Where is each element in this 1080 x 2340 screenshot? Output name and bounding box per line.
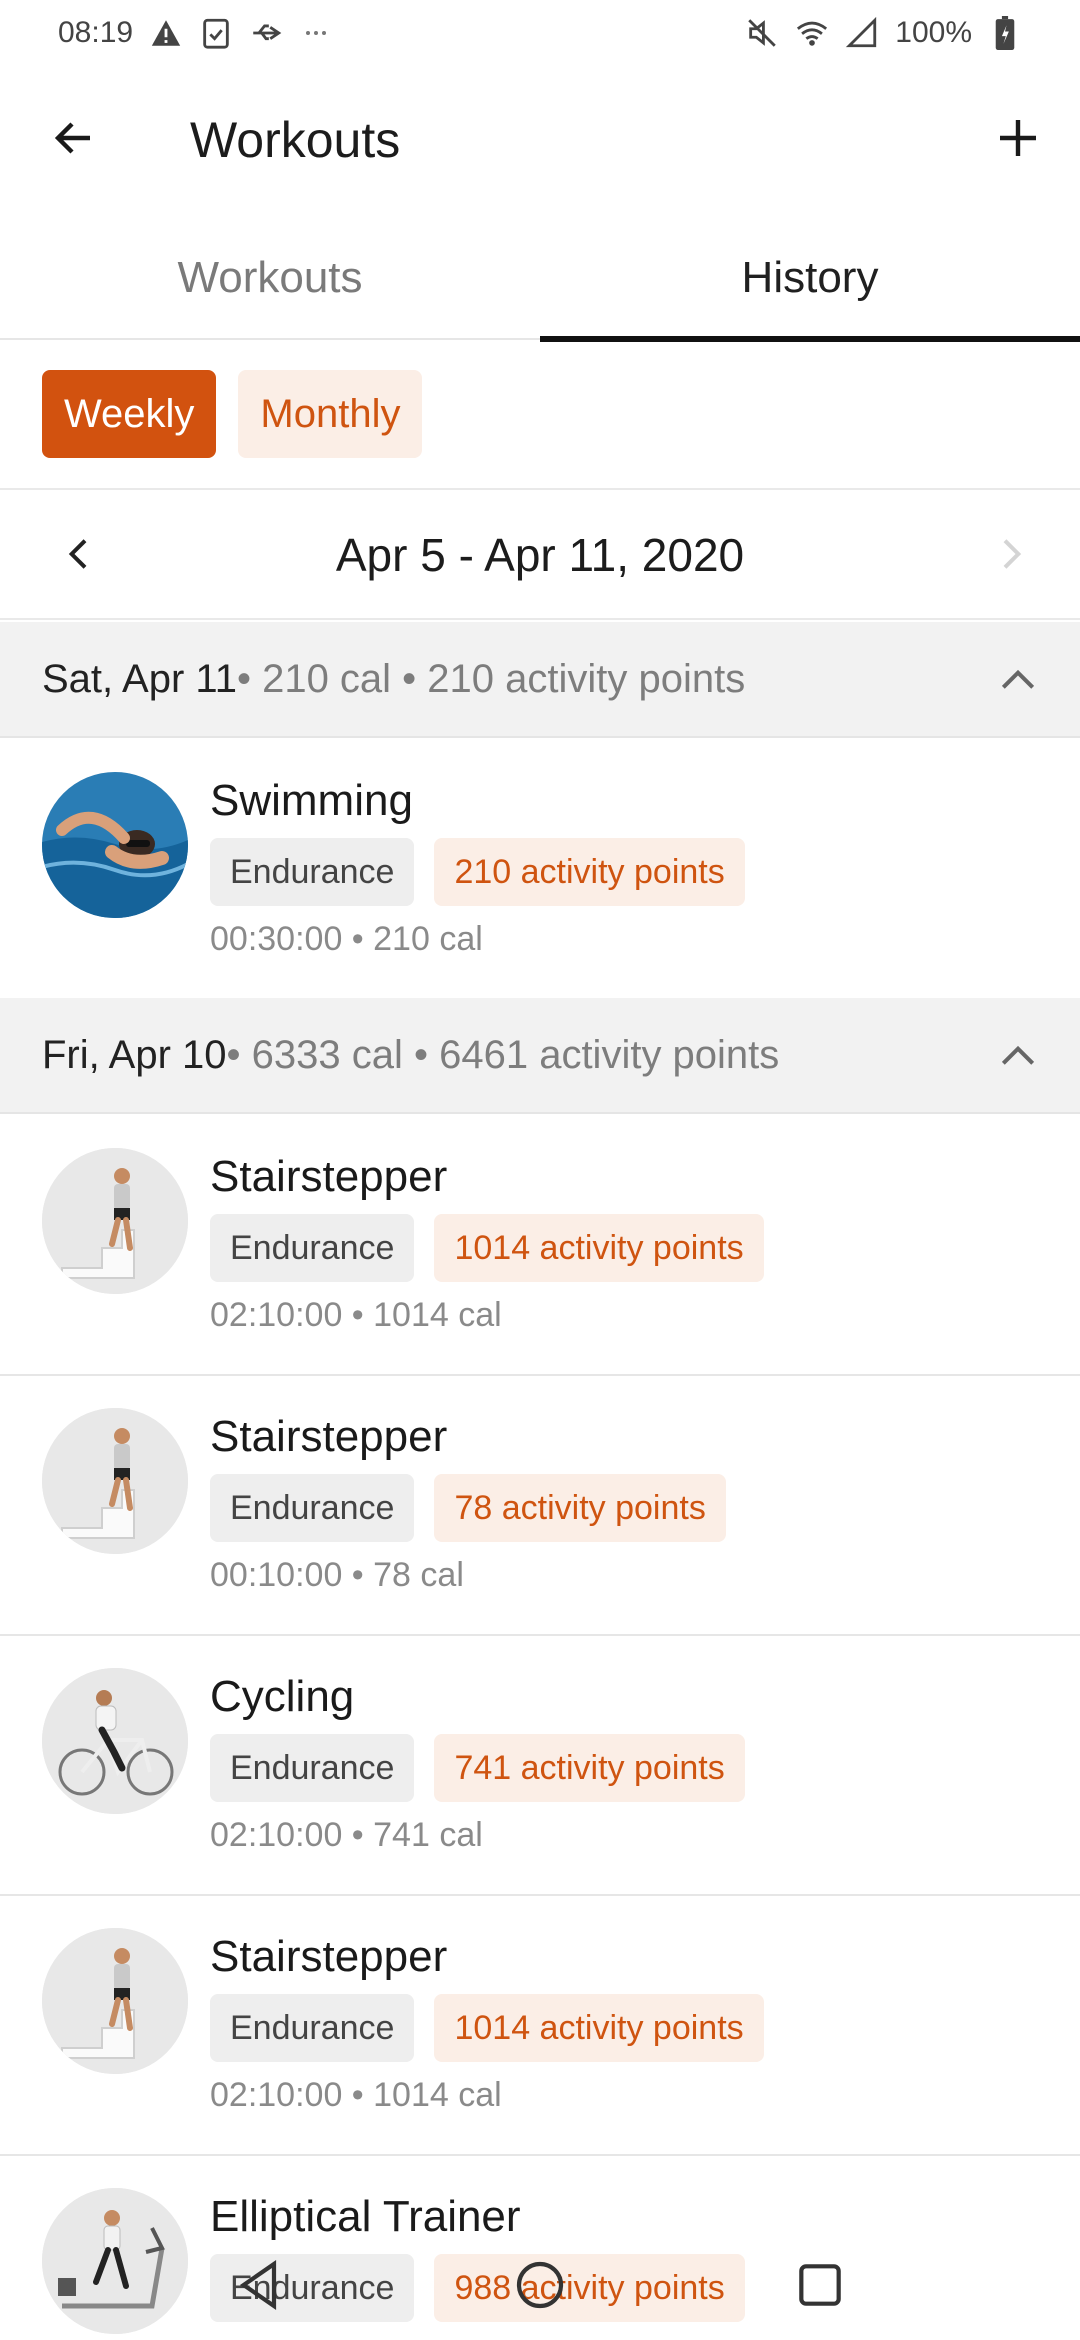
stairstepper-image — [42, 1928, 188, 2074]
day-date: Fri, Apr 10 — [42, 1032, 227, 1077]
category-tag: Endurance — [210, 1214, 415, 1282]
previous-week-button[interactable] — [48, 522, 112, 586]
stairstepper-image — [42, 1408, 188, 1554]
workout-meta: 02:10:00 • 1014 cal — [210, 2076, 502, 2114]
workout-tags: Endurance 741 activity points — [210, 1734, 745, 1802]
weekly-chip[interactable]: Weekly — [42, 370, 217, 458]
day-header[interactable]: Sat, Apr 11 • 210 cal • 210 activity poi… — [0, 622, 1080, 738]
date-navigator: Apr 5 - Apr 11, 2020 — [0, 492, 1080, 620]
status-right: 100% — [745, 16, 1022, 50]
category-tag: Endurance — [210, 1474, 415, 1542]
app-bar: Workouts — [0, 66, 1080, 216]
tab-workouts[interactable]: Workouts — [0, 216, 540, 340]
day-summary: • 6333 cal • 6461 activity points — [226, 1032, 780, 1077]
status-left: 08:19 — [58, 16, 333, 50]
day-header[interactable]: Fri, Apr 10 • 6333 cal • 6461 activity p… — [0, 998, 1080, 1114]
workout-item[interactable]: Stairstepper Endurance 1014 activity poi… — [0, 1116, 1080, 1376]
workout-tags: Endurance 78 activity points — [210, 1474, 726, 1542]
workout-name: Stairstepper — [210, 1412, 448, 1461]
workout-item[interactable]: Cycling Endurance 741 activity points 02… — [0, 1636, 1080, 1896]
add-workout-button[interactable] — [986, 106, 1050, 170]
category-tag: Endurance — [210, 1734, 415, 1802]
workout-name: Swimming — [210, 776, 413, 825]
activity-points-tag: 78 activity points — [434, 1474, 726, 1542]
workout-tags: Endurance 1014 activity points — [210, 1214, 764, 1282]
category-tag: Endurance — [210, 838, 415, 906]
system-nav-bar — [0, 2230, 1080, 2340]
activity-points-tag: 741 activity points — [434, 1734, 745, 1802]
category-tag: Endurance — [210, 1994, 415, 2062]
status-bar: 08:19 100% — [0, 0, 1080, 66]
monthly-chip[interactable]: Monthly — [238, 370, 423, 458]
chevron-right-icon — [1003, 539, 1022, 569]
warning-icon — [149, 16, 183, 50]
chevron-up-icon — [1001, 1045, 1035, 1065]
workout-item[interactable]: Swimming Endurance 210 activity points 0… — [0, 740, 1080, 1000]
workout-meta: 00:30:00 • 210 cal — [210, 920, 483, 958]
battery-percent: 100% — [895, 16, 972, 49]
swimmer-image — [42, 772, 188, 918]
page-title: Workouts — [190, 112, 401, 168]
workout-meta: 00:10:00 • 78 cal — [210, 1556, 464, 1594]
tab-bar: Workouts History — [0, 216, 1080, 342]
signal-icon — [845, 16, 879, 50]
day-summary: • 210 cal • 210 activity points — [236, 656, 746, 701]
wifi-icon — [795, 16, 829, 50]
activity-points-tag: 210 activity points — [434, 838, 745, 906]
workout-name: Stairstepper — [210, 1932, 448, 1981]
range-filter: Weekly Monthly — [0, 340, 1080, 490]
status-time: 08:19 — [58, 16, 134, 49]
workout-item[interactable]: Stairstepper Endurance 1014 activity poi… — [0, 1896, 1080, 2156]
chevron-up-icon — [1001, 669, 1035, 689]
workout-name: Cycling — [210, 1672, 355, 1721]
arrow-left-icon — [54, 122, 90, 154]
nav-back-button[interactable] — [230, 2255, 290, 2315]
more-icon — [299, 16, 333, 50]
clipboard-check-icon — [199, 16, 233, 50]
chevron-left-icon — [68, 539, 87, 569]
activity-points-tag: 1014 activity points — [434, 1214, 764, 1282]
battery-icon — [988, 16, 1022, 50]
stairstepper-image — [42, 1148, 188, 1294]
cyclist-image — [42, 1668, 188, 1814]
collapse-button[interactable] — [986, 1024, 1050, 1088]
day-date: Sat, Apr 11 — [42, 656, 237, 701]
tab-history[interactable]: History — [540, 216, 1080, 342]
workout-name: Stairstepper — [210, 1152, 448, 1201]
collapse-button[interactable] — [986, 648, 1050, 712]
mute-icon — [745, 16, 779, 50]
nav-home-button[interactable] — [510, 2255, 570, 2315]
date-range-label: Apr 5 - Apr 11, 2020 — [335, 529, 745, 581]
triangle-back-icon — [239, 2259, 277, 2311]
workout-meta: 02:10:00 • 741 cal — [210, 1816, 483, 1854]
nav-recents-button[interactable] — [790, 2255, 850, 2315]
usb-icon — [249, 16, 283, 50]
workout-meta: 02:10:00 • 1014 cal — [210, 1296, 502, 1334]
square-recents-icon — [799, 2264, 841, 2306]
plus-icon — [1000, 120, 1036, 156]
workout-item[interactable]: Stairstepper Endurance 78 activity point… — [0, 1376, 1080, 1636]
workout-tags: Endurance 210 activity points — [210, 838, 745, 906]
workout-tags: Endurance 1014 activity points — [210, 1994, 764, 2062]
next-week-button[interactable] — [978, 522, 1042, 586]
circle-home-icon — [516, 2261, 564, 2309]
back-button[interactable] — [42, 106, 106, 170]
activity-points-tag: 1014 activity points — [434, 1994, 764, 2062]
